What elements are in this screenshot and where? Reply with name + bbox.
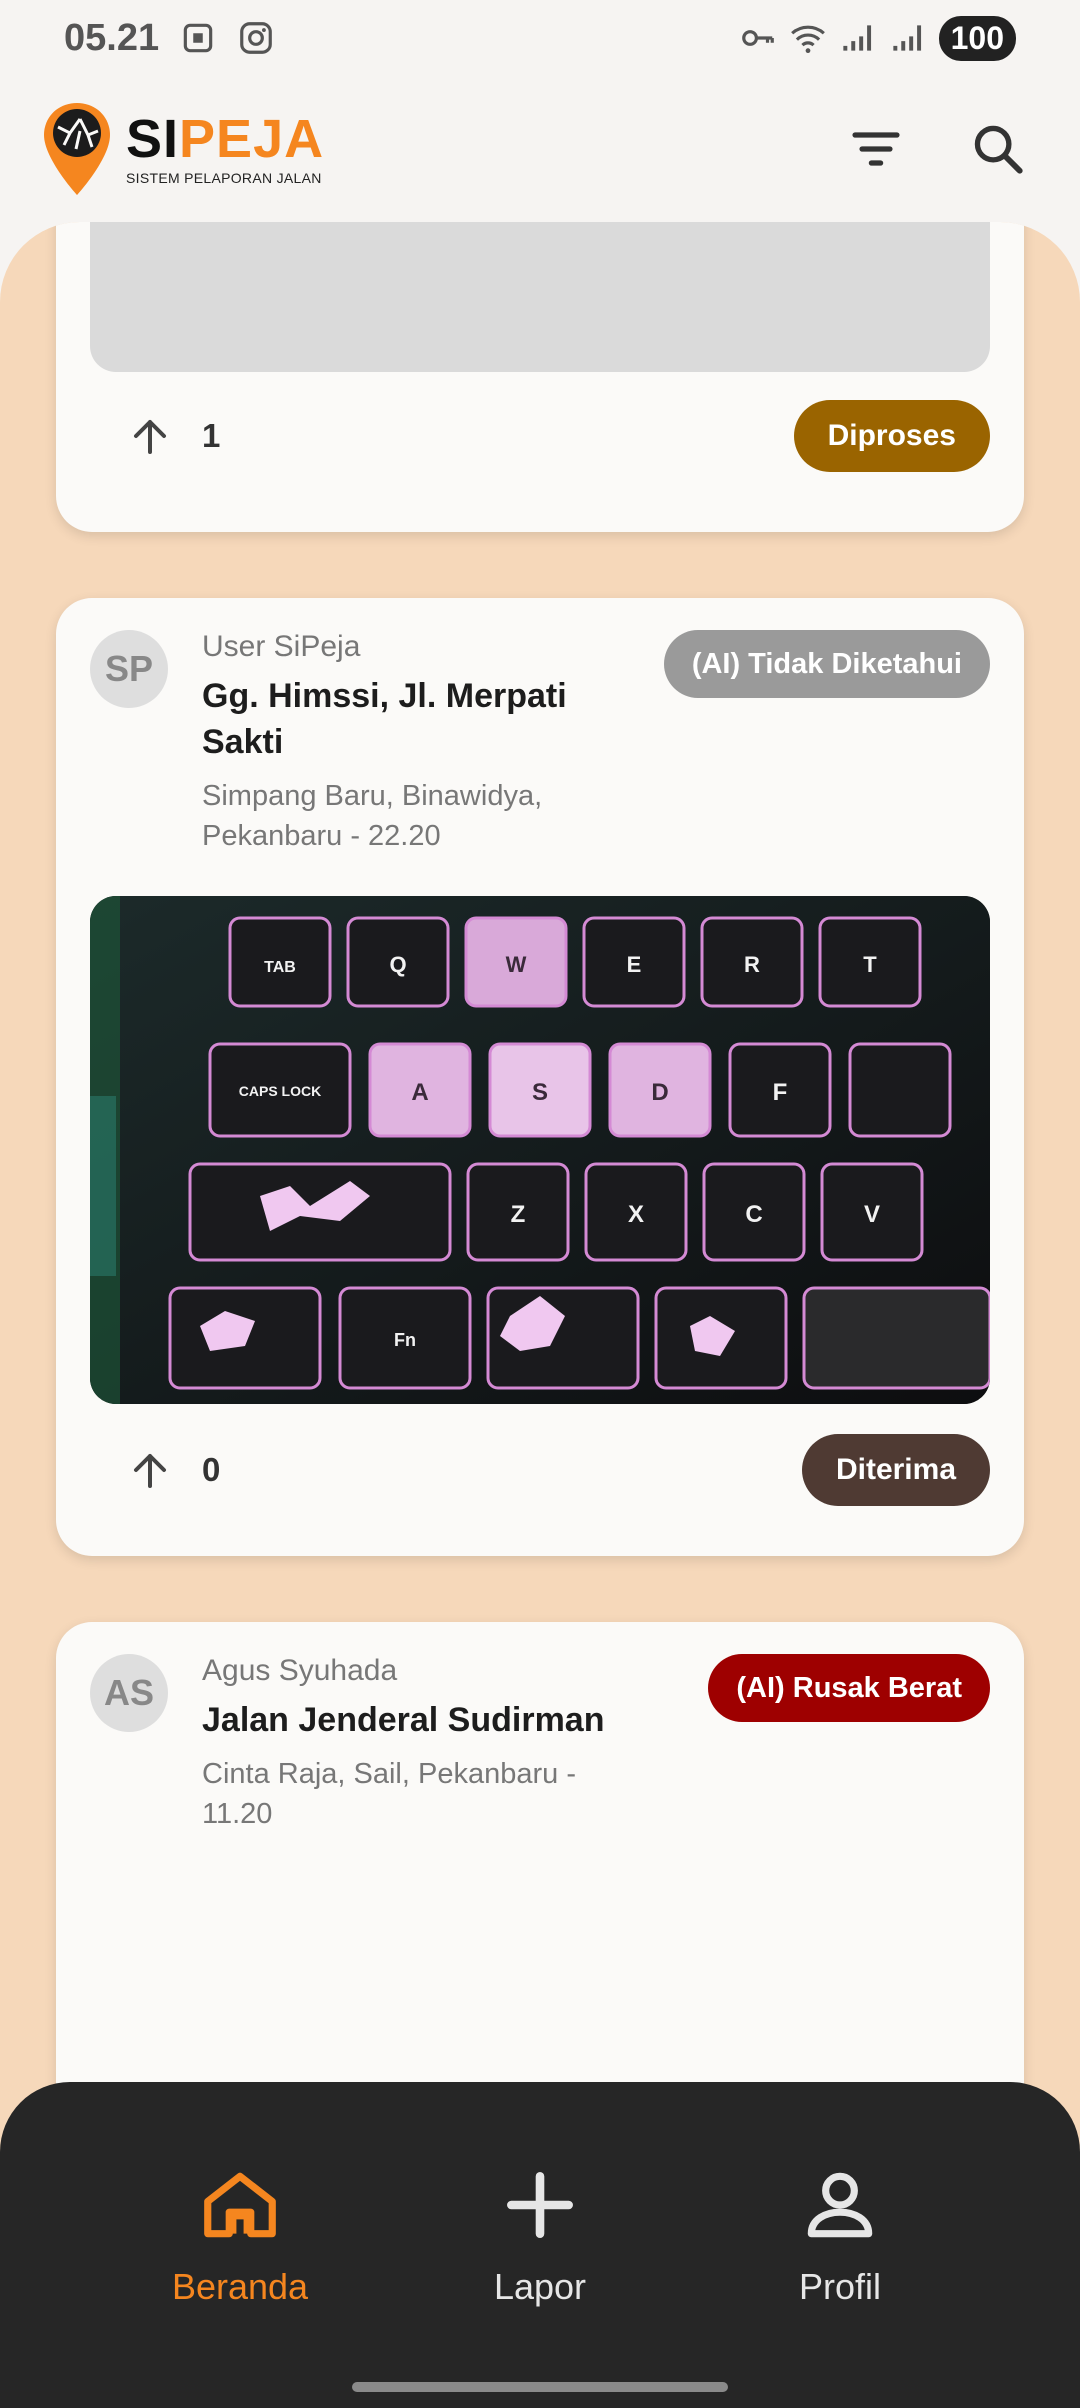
arrow-up-icon: [134, 1454, 166, 1488]
key-label: TAB: [264, 959, 296, 976]
upvote-button[interactable]: 0: [90, 1446, 220, 1494]
key-label: A: [411, 1079, 428, 1106]
brand-logo: SIPEJA SISTEM PELAPORAN JALAN: [40, 101, 324, 197]
battery-indicator: 100: [938, 15, 1016, 61]
nav-label-lapor: Lapor: [493, 2266, 587, 2307]
vpn-key-icon: [741, 30, 774, 46]
ai-damage-badge: (AI) Tidak Diketahui: [663, 630, 990, 698]
key-label: F: [773, 1079, 788, 1106]
instagram-icon: [240, 22, 272, 54]
key-label: C: [745, 1201, 762, 1228]
signal-icon-2: [892, 25, 921, 51]
plus-icon: [507, 2172, 573, 2238]
arrow-up-icon: [134, 420, 166, 454]
status-left: 05.21: [64, 17, 275, 60]
ai-damage-badge: (AI) Rusak Berat: [708, 1654, 990, 1722]
search-button[interactable]: [966, 117, 1030, 181]
key-label: Fn: [394, 1330, 416, 1350]
bottom-navigation: Beranda Lapor Profil: [0, 2082, 1080, 2408]
status-badge: Diproses: [793, 400, 990, 472]
wifi-icon: [790, 25, 825, 54]
avatar: SP: [90, 630, 168, 708]
key-label: E: [627, 952, 642, 977]
key-label: S: [532, 1079, 548, 1106]
brand-name-part1: SI: [126, 109, 180, 169]
keyboard-photo: TAB Q W E R T CAPS LOCK A S D F Z X C V …: [90, 896, 990, 1404]
key-label: T: [863, 952, 877, 977]
brand-name: SIPEJA: [126, 112, 324, 166]
key-label: R: [744, 952, 760, 977]
vote-count: 1: [202, 417, 221, 454]
location-time: Simpang Baru, Binawidya, Pekanbaru - 22.…: [202, 779, 543, 853]
signal-icon-1: [842, 25, 871, 51]
card-footer: 0 Diterima: [90, 1432, 990, 1508]
search-icon: [974, 125, 1023, 174]
app-bar: SIPEJA SISTEM PELAPORAN JALAN: [0, 76, 1080, 222]
nav-item-beranda[interactable]: Beranda: [90, 2162, 390, 2308]
key-label: W: [506, 952, 527, 977]
home-icon: [204, 2172, 276, 2238]
report-photo-placeholder[interactable]: [90, 222, 990, 372]
screen-record-icon: [183, 23, 213, 53]
status-bar: 05.21 100: [0, 0, 1080, 76]
location-time: Cinta Raja, Sail, Pekanbaru - 11.20: [202, 1757, 576, 1831]
nav-item-lapor[interactable]: Lapor: [390, 2162, 690, 2308]
brand-text: SIPEJA SISTEM PELAPORAN JALAN: [126, 112, 324, 186]
street-name: Gg. Himssi, Jl. Merpati Sakti: [202, 677, 567, 761]
nav-label-profil: Profil: [798, 2266, 882, 2307]
logo-pin-icon: [44, 103, 110, 195]
brand-name-part2: PEJA: [179, 109, 325, 169]
key-label: Z: [511, 1201, 526, 1228]
vote-count: 0: [202, 1451, 221, 1488]
report-feed[interactable]: 1 Diproses SP User SiPeja Gg. Himssi, Jl…: [0, 222, 1080, 2408]
nav-label-beranda: Beranda: [171, 2266, 309, 2307]
upvote-button[interactable]: 1: [90, 412, 220, 460]
key-label: V: [864, 1201, 880, 1228]
key-label: X: [628, 1201, 644, 1228]
filter-icon: [852, 132, 900, 166]
report-photo[interactable]: TAB Q W E R T CAPS LOCK A S D F Z X C V …: [90, 896, 990, 1404]
status-badge: Diterima: [801, 1434, 990, 1506]
street-name: Jalan Jenderal Sudirman: [202, 1701, 605, 1739]
key-label: Q: [389, 952, 406, 977]
app-actions: [844, 117, 1030, 181]
key-label: CAPS LOCK: [239, 1083, 321, 1099]
nav-item-profil[interactable]: Profil: [690, 2162, 990, 2308]
reporter-name: User SiPeja: [202, 630, 361, 663]
status-time: 05.21: [64, 16, 160, 59]
reporter-name: Agus Syuhada: [202, 1654, 398, 1687]
report-meta: Agus Syuhada Jalan Jenderal Sudirman Cin…: [202, 1654, 632, 1835]
brand-subtitle: SISTEM PELAPORAN JALAN: [126, 170, 322, 186]
report-card[interactable]: SP User SiPeja Gg. Himssi, Jl. Merpati S…: [56, 598, 1024, 1556]
avatar: AS: [90, 1654, 168, 1732]
report-meta: User SiPeja Gg. Himssi, Jl. Merpati Sakt…: [202, 630, 632, 857]
status-right: 100: [739, 15, 1016, 61]
key-label: D: [651, 1079, 668, 1106]
report-card[interactable]: 1 Diproses: [56, 222, 1024, 532]
home-indicator[interactable]: [352, 2382, 728, 2392]
person-icon: [807, 2172, 873, 2238]
filter-button[interactable]: [844, 117, 908, 181]
card-footer: 1 Diproses: [90, 398, 990, 474]
